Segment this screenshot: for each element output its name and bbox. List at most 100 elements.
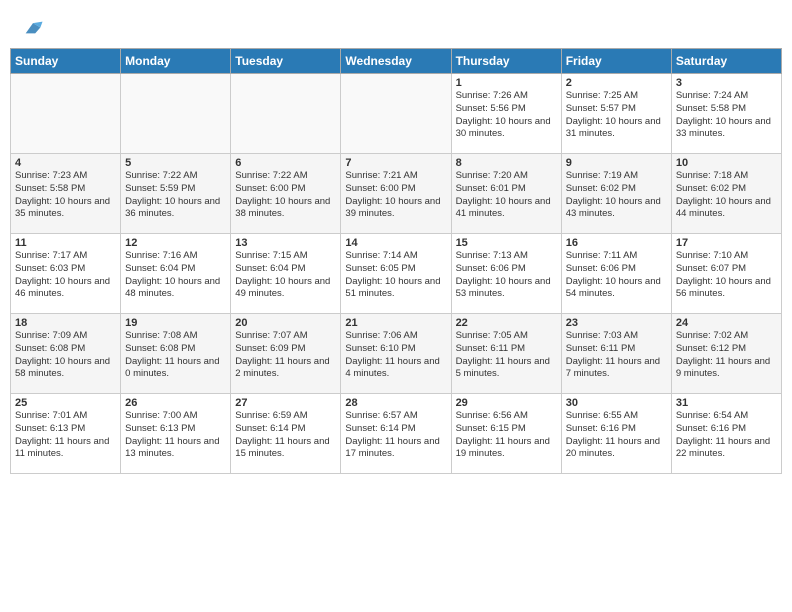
calendar-cell: 26Sunrise: 7:00 AM Sunset: 6:13 PM Dayli… [121, 394, 231, 474]
day-info: Sunrise: 6:54 AM Sunset: 6:16 PM Dayligh… [676, 410, 777, 461]
day-number: 25 [15, 397, 116, 409]
calendar-cell: 10Sunrise: 7:18 AM Sunset: 6:02 PM Dayli… [671, 154, 781, 234]
day-number: 26 [125, 397, 226, 409]
day-number: 17 [676, 237, 777, 249]
day-number: 24 [676, 317, 777, 329]
day-info: Sunrise: 7:23 AM Sunset: 5:58 PM Dayligh… [15, 170, 116, 221]
week-row-3: 11Sunrise: 7:17 AM Sunset: 6:03 PM Dayli… [11, 234, 782, 314]
day-info: Sunrise: 7:21 AM Sunset: 6:00 PM Dayligh… [345, 170, 446, 221]
day-number: 6 [235, 157, 336, 169]
calendar-table: SundayMondayTuesdayWednesdayThursdayFrid… [10, 48, 782, 474]
calendar-cell: 2Sunrise: 7:25 AM Sunset: 5:57 PM Daylig… [561, 74, 671, 154]
header [10, 10, 782, 44]
logo-general [20, 18, 44, 40]
day-number: 31 [676, 397, 777, 409]
day-info: Sunrise: 7:20 AM Sunset: 6:01 PM Dayligh… [456, 170, 557, 221]
calendar-cell: 8Sunrise: 7:20 AM Sunset: 6:01 PM Daylig… [451, 154, 561, 234]
calendar-cell: 15Sunrise: 7:13 AM Sunset: 6:06 PM Dayli… [451, 234, 561, 314]
day-info: Sunrise: 7:05 AM Sunset: 6:11 PM Dayligh… [456, 330, 557, 381]
calendar-cell: 6Sunrise: 7:22 AM Sunset: 6:00 PM Daylig… [231, 154, 341, 234]
day-info: Sunrise: 7:01 AM Sunset: 6:13 PM Dayligh… [15, 410, 116, 461]
day-number: 11 [15, 237, 116, 249]
day-number: 8 [456, 157, 557, 169]
calendar-cell: 24Sunrise: 7:02 AM Sunset: 6:12 PM Dayli… [671, 314, 781, 394]
day-info: Sunrise: 7:13 AM Sunset: 6:06 PM Dayligh… [456, 250, 557, 301]
day-info: Sunrise: 7:22 AM Sunset: 5:59 PM Dayligh… [125, 170, 226, 221]
day-info: Sunrise: 7:25 AM Sunset: 5:57 PM Dayligh… [566, 90, 667, 141]
day-info: Sunrise: 6:55 AM Sunset: 6:16 PM Dayligh… [566, 410, 667, 461]
day-info: Sunrise: 7:26 AM Sunset: 5:56 PM Dayligh… [456, 90, 557, 141]
day-info: Sunrise: 7:19 AM Sunset: 6:02 PM Dayligh… [566, 170, 667, 221]
day-info: Sunrise: 7:08 AM Sunset: 6:08 PM Dayligh… [125, 330, 226, 381]
calendar-cell: 29Sunrise: 6:56 AM Sunset: 6:15 PM Dayli… [451, 394, 561, 474]
day-info: Sunrise: 7:02 AM Sunset: 6:12 PM Dayligh… [676, 330, 777, 381]
calendar-cell: 30Sunrise: 6:55 AM Sunset: 6:16 PM Dayli… [561, 394, 671, 474]
day-number: 7 [345, 157, 446, 169]
day-info: Sunrise: 7:09 AM Sunset: 6:08 PM Dayligh… [15, 330, 116, 381]
day-number: 12 [125, 237, 226, 249]
day-info: Sunrise: 6:56 AM Sunset: 6:15 PM Dayligh… [456, 410, 557, 461]
week-row-5: 25Sunrise: 7:01 AM Sunset: 6:13 PM Dayli… [11, 394, 782, 474]
day-number: 1 [456, 77, 557, 89]
day-number: 4 [15, 157, 116, 169]
weekday-header-monday: Monday [121, 49, 231, 74]
calendar-cell: 31Sunrise: 6:54 AM Sunset: 6:16 PM Dayli… [671, 394, 781, 474]
calendar-cell: 16Sunrise: 7:11 AM Sunset: 6:06 PM Dayli… [561, 234, 671, 314]
weekday-header-friday: Friday [561, 49, 671, 74]
calendar-cell [231, 74, 341, 154]
calendar-cell [121, 74, 231, 154]
day-info: Sunrise: 6:57 AM Sunset: 6:14 PM Dayligh… [345, 410, 446, 461]
day-info: Sunrise: 7:17 AM Sunset: 6:03 PM Dayligh… [15, 250, 116, 301]
day-number: 21 [345, 317, 446, 329]
day-number: 15 [456, 237, 557, 249]
day-info: Sunrise: 7:06 AM Sunset: 6:10 PM Dayligh… [345, 330, 446, 381]
day-number: 5 [125, 157, 226, 169]
calendar-cell: 22Sunrise: 7:05 AM Sunset: 6:11 PM Dayli… [451, 314, 561, 394]
week-row-4: 18Sunrise: 7:09 AM Sunset: 6:08 PM Dayli… [11, 314, 782, 394]
day-number: 14 [345, 237, 446, 249]
calendar-cell: 7Sunrise: 7:21 AM Sunset: 6:00 PM Daylig… [341, 154, 451, 234]
day-number: 22 [456, 317, 557, 329]
calendar-cell: 27Sunrise: 6:59 AM Sunset: 6:14 PM Dayli… [231, 394, 341, 474]
calendar-cell: 12Sunrise: 7:16 AM Sunset: 6:04 PM Dayli… [121, 234, 231, 314]
calendar-cell: 17Sunrise: 7:10 AM Sunset: 6:07 PM Dayli… [671, 234, 781, 314]
day-number: 13 [235, 237, 336, 249]
calendar-cell: 9Sunrise: 7:19 AM Sunset: 6:02 PM Daylig… [561, 154, 671, 234]
calendar-cell: 14Sunrise: 7:14 AM Sunset: 6:05 PM Dayli… [341, 234, 451, 314]
day-number: 28 [345, 397, 446, 409]
calendar-cell: 11Sunrise: 7:17 AM Sunset: 6:03 PM Dayli… [11, 234, 121, 314]
day-info: Sunrise: 7:18 AM Sunset: 6:02 PM Dayligh… [676, 170, 777, 221]
logo-bird-icon [22, 18, 44, 40]
day-info: Sunrise: 7:11 AM Sunset: 6:06 PM Dayligh… [566, 250, 667, 301]
day-number: 16 [566, 237, 667, 249]
calendar-cell [11, 74, 121, 154]
day-number: 30 [566, 397, 667, 409]
day-number: 2 [566, 77, 667, 89]
calendar-cell: 4Sunrise: 7:23 AM Sunset: 5:58 PM Daylig… [11, 154, 121, 234]
day-number: 3 [676, 77, 777, 89]
day-info: Sunrise: 7:10 AM Sunset: 6:07 PM Dayligh… [676, 250, 777, 301]
day-number: 10 [676, 157, 777, 169]
calendar-cell: 19Sunrise: 7:08 AM Sunset: 6:08 PM Dayli… [121, 314, 231, 394]
day-info: Sunrise: 7:07 AM Sunset: 6:09 PM Dayligh… [235, 330, 336, 381]
weekday-header-tuesday: Tuesday [231, 49, 341, 74]
day-info: Sunrise: 7:24 AM Sunset: 5:58 PM Dayligh… [676, 90, 777, 141]
day-number: 23 [566, 317, 667, 329]
week-row-2: 4Sunrise: 7:23 AM Sunset: 5:58 PM Daylig… [11, 154, 782, 234]
weekday-header-thursday: Thursday [451, 49, 561, 74]
calendar-cell: 1Sunrise: 7:26 AM Sunset: 5:56 PM Daylig… [451, 74, 561, 154]
day-number: 27 [235, 397, 336, 409]
day-number: 20 [235, 317, 336, 329]
calendar-cell [341, 74, 451, 154]
day-number: 18 [15, 317, 116, 329]
calendar-cell: 25Sunrise: 7:01 AM Sunset: 6:13 PM Dayli… [11, 394, 121, 474]
calendar-cell: 13Sunrise: 7:15 AM Sunset: 6:04 PM Dayli… [231, 234, 341, 314]
day-info: Sunrise: 7:15 AM Sunset: 6:04 PM Dayligh… [235, 250, 336, 301]
day-info: Sunrise: 6:59 AM Sunset: 6:14 PM Dayligh… [235, 410, 336, 461]
calendar-cell: 3Sunrise: 7:24 AM Sunset: 5:58 PM Daylig… [671, 74, 781, 154]
calendar-cell: 28Sunrise: 6:57 AM Sunset: 6:14 PM Dayli… [341, 394, 451, 474]
calendar-cell: 23Sunrise: 7:03 AM Sunset: 6:11 PM Dayli… [561, 314, 671, 394]
day-info: Sunrise: 7:00 AM Sunset: 6:13 PM Dayligh… [125, 410, 226, 461]
calendar-cell: 5Sunrise: 7:22 AM Sunset: 5:59 PM Daylig… [121, 154, 231, 234]
weekday-header-wednesday: Wednesday [341, 49, 451, 74]
